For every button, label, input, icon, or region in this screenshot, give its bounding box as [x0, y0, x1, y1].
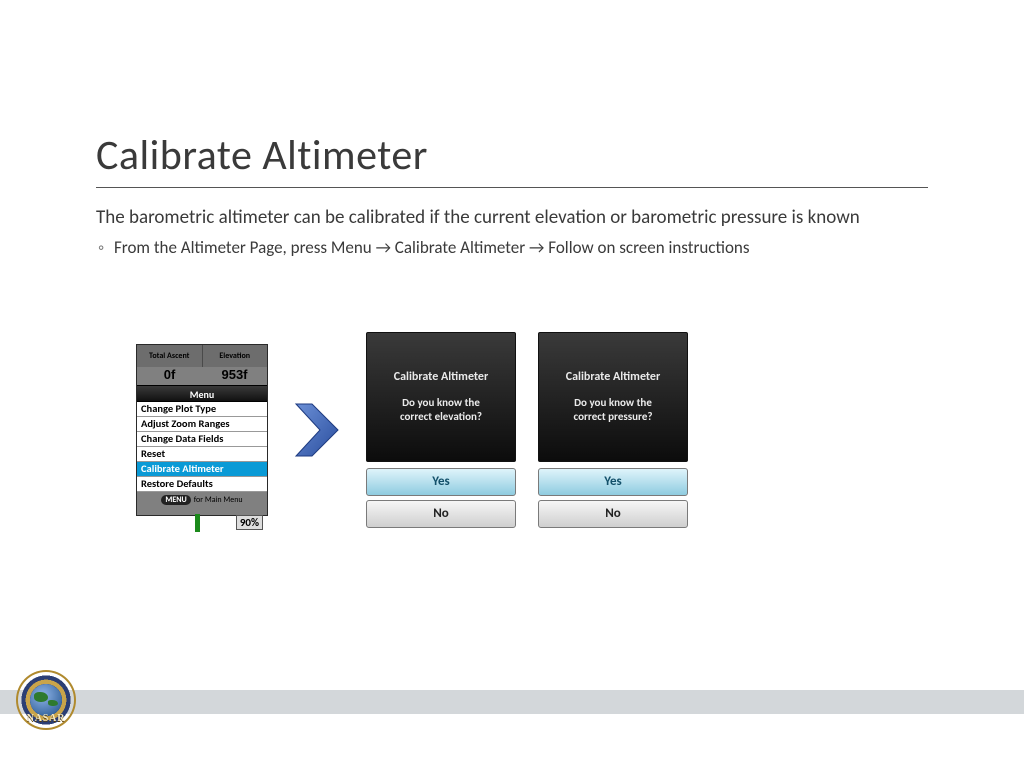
- slide-title: Calibrate Altimeter: [96, 130, 928, 188]
- dialog-prompt: Do you know the correct elevation?: [400, 396, 482, 424]
- menu-item[interactable]: Change Data Fields: [137, 432, 267, 447]
- device-dialog-elevation: Calibrate Altimeter Do you know the corr…: [366, 332, 516, 528]
- logo-text: NASAR: [16, 713, 76, 724]
- menu-item[interactable]: Adjust Zoom Ranges: [137, 417, 267, 432]
- field-label-ascent: Total Ascent: [149, 351, 189, 361]
- menu-item[interactable]: Change Plot Type: [137, 402, 267, 417]
- slide-lead: The barometric altimeter can be calibrat…: [96, 206, 928, 231]
- nasar-logo: NASAR: [16, 670, 76, 730]
- yes-button[interactable]: Yes: [538, 468, 688, 496]
- field-value-ascent: 0f: [137, 367, 202, 385]
- plot-bar: [195, 514, 200, 532]
- no-button[interactable]: No: [538, 500, 688, 528]
- field-value-elevation: 953f: [202, 367, 267, 385]
- dialog-prompt: Do you know the correct pressure?: [574, 396, 653, 424]
- footer-band: [0, 690, 1024, 714]
- slide-substep: From the Altimeter Page, press Menu → Ca…: [96, 237, 928, 258]
- menu-item[interactable]: Restore Defaults: [137, 477, 267, 492]
- device-menu: Total Ascent Elevation 0f 953f Menu Chan…: [136, 344, 268, 516]
- device-dialog-pressure: Calibrate Altimeter Do you know the corr…: [538, 332, 688, 528]
- menu-footer-text: for Main Menu: [194, 495, 243, 505]
- menu-item[interactable]: Reset: [137, 447, 267, 462]
- no-button[interactable]: No: [366, 500, 516, 528]
- menu-key-pill: MENU: [161, 495, 190, 505]
- dialog-title: Calibrate Altimeter: [394, 370, 488, 384]
- field-label-elevation: Elevation: [219, 351, 250, 361]
- menu-item-selected[interactable]: Calibrate Altimeter: [137, 462, 267, 477]
- screenshot-row: Total Ascent Elevation 0f 953f Menu Chan…: [96, 332, 928, 528]
- menu-list: Change Plot Type Adjust Zoom Ranges Chan…: [137, 402, 267, 492]
- yes-button[interactable]: Yes: [366, 468, 516, 496]
- arrow-icon: [290, 398, 344, 462]
- menu-header: Menu: [137, 385, 267, 402]
- dialog-title: Calibrate Altimeter: [566, 370, 660, 384]
- battery-level: 90%: [236, 515, 263, 530]
